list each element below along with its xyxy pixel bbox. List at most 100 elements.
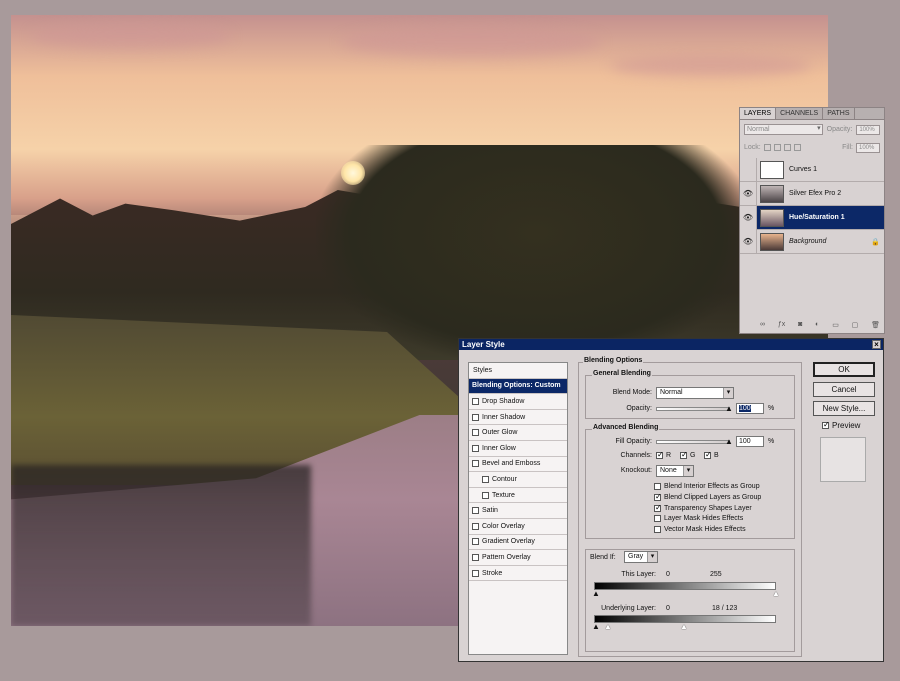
close-icon[interactable]: × <box>872 340 881 349</box>
style-checkbox[interactable] <box>472 569 479 577</box>
style-checkbox[interactable] <box>472 397 479 405</box>
eye-icon[interactable]: 👁 <box>740 229 757 254</box>
trash-icon[interactable]: 🗑 <box>871 321 880 331</box>
style-outer-glow[interactable]: Outer Glow <box>469 425 567 441</box>
option-checkbox[interactable] <box>654 515 661 522</box>
blend-if-label: Blend If: <box>590 554 616 561</box>
lock-position-icon[interactable] <box>783 144 791 151</box>
style-drop-shadow[interactable]: Drop Shadow <box>469 394 567 410</box>
option-checkbox[interactable] <box>654 492 662 501</box>
layer-fill-input[interactable]: 100% <box>856 142 880 153</box>
style-checkbox[interactable] <box>472 429 479 437</box>
style-checkbox[interactable] <box>472 522 479 530</box>
option-label: Vector Mask Hides Effects <box>664 526 746 533</box>
style-label: Inner Shadow <box>482 413 526 421</box>
layers-toolbar: ∞ ƒx ◙ ◐ ▭ ▢ 🗑 <box>760 321 880 331</box>
style-label: Outer Glow <box>482 429 518 437</box>
link-layers-icon[interactable]: ∞ <box>760 321 765 331</box>
style-checkbox[interactable] <box>472 538 479 546</box>
tab-channels[interactable]: CHANNELS <box>776 108 824 119</box>
add-mask-icon[interactable]: ◙ <box>798 321 802 331</box>
layer-blend-mode-select[interactable]: Normal <box>744 124 823 135</box>
style-checkbox[interactable] <box>472 444 479 452</box>
underlying-black-slider-icon[interactable]: ▲ <box>592 623 600 631</box>
style-inner-shadow[interactable]: Inner Shadow <box>469 410 567 426</box>
style-inner-glow[interactable]: Inner Glow <box>469 441 567 457</box>
opacity-slider[interactable] <box>656 407 730 411</box>
dialog-titlebar[interactable]: Layer Style × <box>459 339 883 350</box>
tab-paths[interactable]: PATHS <box>823 108 855 119</box>
opacity-input[interactable]: 100 <box>736 403 764 414</box>
style-gradient-overlay[interactable]: Gradient Overlay <box>469 535 567 551</box>
layer-row-hue-saturation[interactable]: 👁 Hue/Saturation 1 <box>740 205 884 230</box>
lock-image-icon[interactable] <box>773 144 781 151</box>
style-checkbox[interactable] <box>472 507 479 515</box>
style-label: Gradient Overlay <box>482 538 535 546</box>
blend-if-select[interactable]: Gray <box>624 551 658 563</box>
option-label: Transparency Shapes Layer <box>664 505 752 512</box>
layer-row-background[interactable]: 👁 Background 🔒 <box>740 229 884 254</box>
visibility-toggle[interactable] <box>740 157 757 182</box>
underlying-white-slider-icon[interactable]: ▲ <box>680 623 688 631</box>
option-blend-clipped[interactable]: Blend Clipped Layers as Group <box>654 492 761 501</box>
fx-icon[interactable]: ƒx <box>778 321 785 331</box>
eye-icon[interactable]: 👁 <box>740 205 757 230</box>
fill-opacity-input[interactable]: 100 <box>736 436 764 447</box>
eye-icon[interactable]: 👁 <box>740 181 757 206</box>
style-pattern-overlay[interactable]: Pattern Overlay <box>469 550 567 566</box>
opacity-label: Opacity: <box>826 126 853 133</box>
style-contour[interactable]: Contour <box>469 472 567 488</box>
style-bevel-emboss[interactable]: Bevel and Emboss <box>469 457 567 473</box>
style-checkbox[interactable] <box>482 475 489 483</box>
style-checkbox[interactable] <box>472 413 479 421</box>
this-layer-black-slider-icon[interactable]: ▲ <box>592 590 600 598</box>
knockout-select[interactable]: None <box>656 465 694 477</box>
style-stroke[interactable]: Stroke <box>469 566 567 582</box>
style-checkbox[interactable] <box>472 460 479 468</box>
option-vector-mask-hides[interactable]: Vector Mask Hides Effects <box>654 526 746 533</box>
cancel-button[interactable]: Cancel <box>813 382 875 397</box>
style-checkbox[interactable] <box>482 491 489 499</box>
underlying-split-slider-icon[interactable]: ▲ <box>604 623 612 631</box>
option-checkbox[interactable] <box>654 503 662 512</box>
lock-all-icon[interactable] <box>793 144 801 151</box>
fill-opacity-knob-icon[interactable]: ▲ <box>725 438 733 446</box>
channel-b-checkbox[interactable] <box>704 450 712 459</box>
underlying-layer-high: 18 / 123 <box>712 605 738 612</box>
layer-opacity-input[interactable]: 100% <box>856 124 880 135</box>
opacity-slider-knob-icon[interactable]: ▲ <box>725 405 733 413</box>
style-blending-options[interactable]: Blending Options: Custom <box>469 378 567 395</box>
channels-label: Channels: <box>620 452 652 459</box>
new-style-button[interactable]: New Style... <box>813 401 875 416</box>
this-layer-white-slider-icon[interactable]: ▲ <box>772 590 780 598</box>
layer-row-silver-efex[interactable]: 👁 Silver Efex Pro 2 <box>740 181 884 206</box>
lock-transparent-icon[interactable] <box>763 144 771 151</box>
adjustment-icon[interactable]: ◐ <box>815 321 819 331</box>
option-transparency-shapes[interactable]: Transparency Shapes Layer <box>654 503 752 512</box>
option-checkbox[interactable] <box>654 526 661 533</box>
option-checkbox[interactable] <box>654 483 661 490</box>
tab-layers[interactable]: LAYERS <box>740 108 777 119</box>
fill-opacity-slider[interactable] <box>656 440 730 444</box>
style-checkbox[interactable] <box>472 553 479 561</box>
style-color-overlay[interactable]: Color Overlay <box>469 519 567 535</box>
styles-header[interactable]: Styles <box>469 363 567 379</box>
this-layer-label: This Layer: <box>621 571 656 578</box>
ok-button[interactable]: OK <box>813 362 875 377</box>
channel-g[interactable]: G <box>680 450 695 459</box>
layer-row-curves[interactable]: Curves 1 <box>740 157 884 182</box>
option-layer-mask-hides[interactable]: Layer Mask Hides Effects <box>654 515 743 522</box>
preview-checkbox[interactable] <box>822 420 830 429</box>
option-blend-interior[interactable]: Blend Interior Effects as Group <box>654 483 760 490</box>
channel-r[interactable]: R <box>656 450 671 459</box>
style-texture[interactable]: Texture <box>469 488 567 504</box>
channel-g-checkbox[interactable] <box>680 450 688 459</box>
channel-r-checkbox[interactable] <box>656 450 664 459</box>
channel-b[interactable]: B <box>704 450 719 459</box>
new-group-icon[interactable]: ▭ <box>832 321 839 331</box>
preview-toggle[interactable]: Preview <box>822 420 860 430</box>
blend-mode-select[interactable]: Normal <box>656 387 734 399</box>
layer-name: Curves 1 <box>789 166 818 173</box>
style-satin[interactable]: Satin <box>469 503 567 519</box>
new-layer-icon[interactable]: ▢ <box>852 321 859 331</box>
